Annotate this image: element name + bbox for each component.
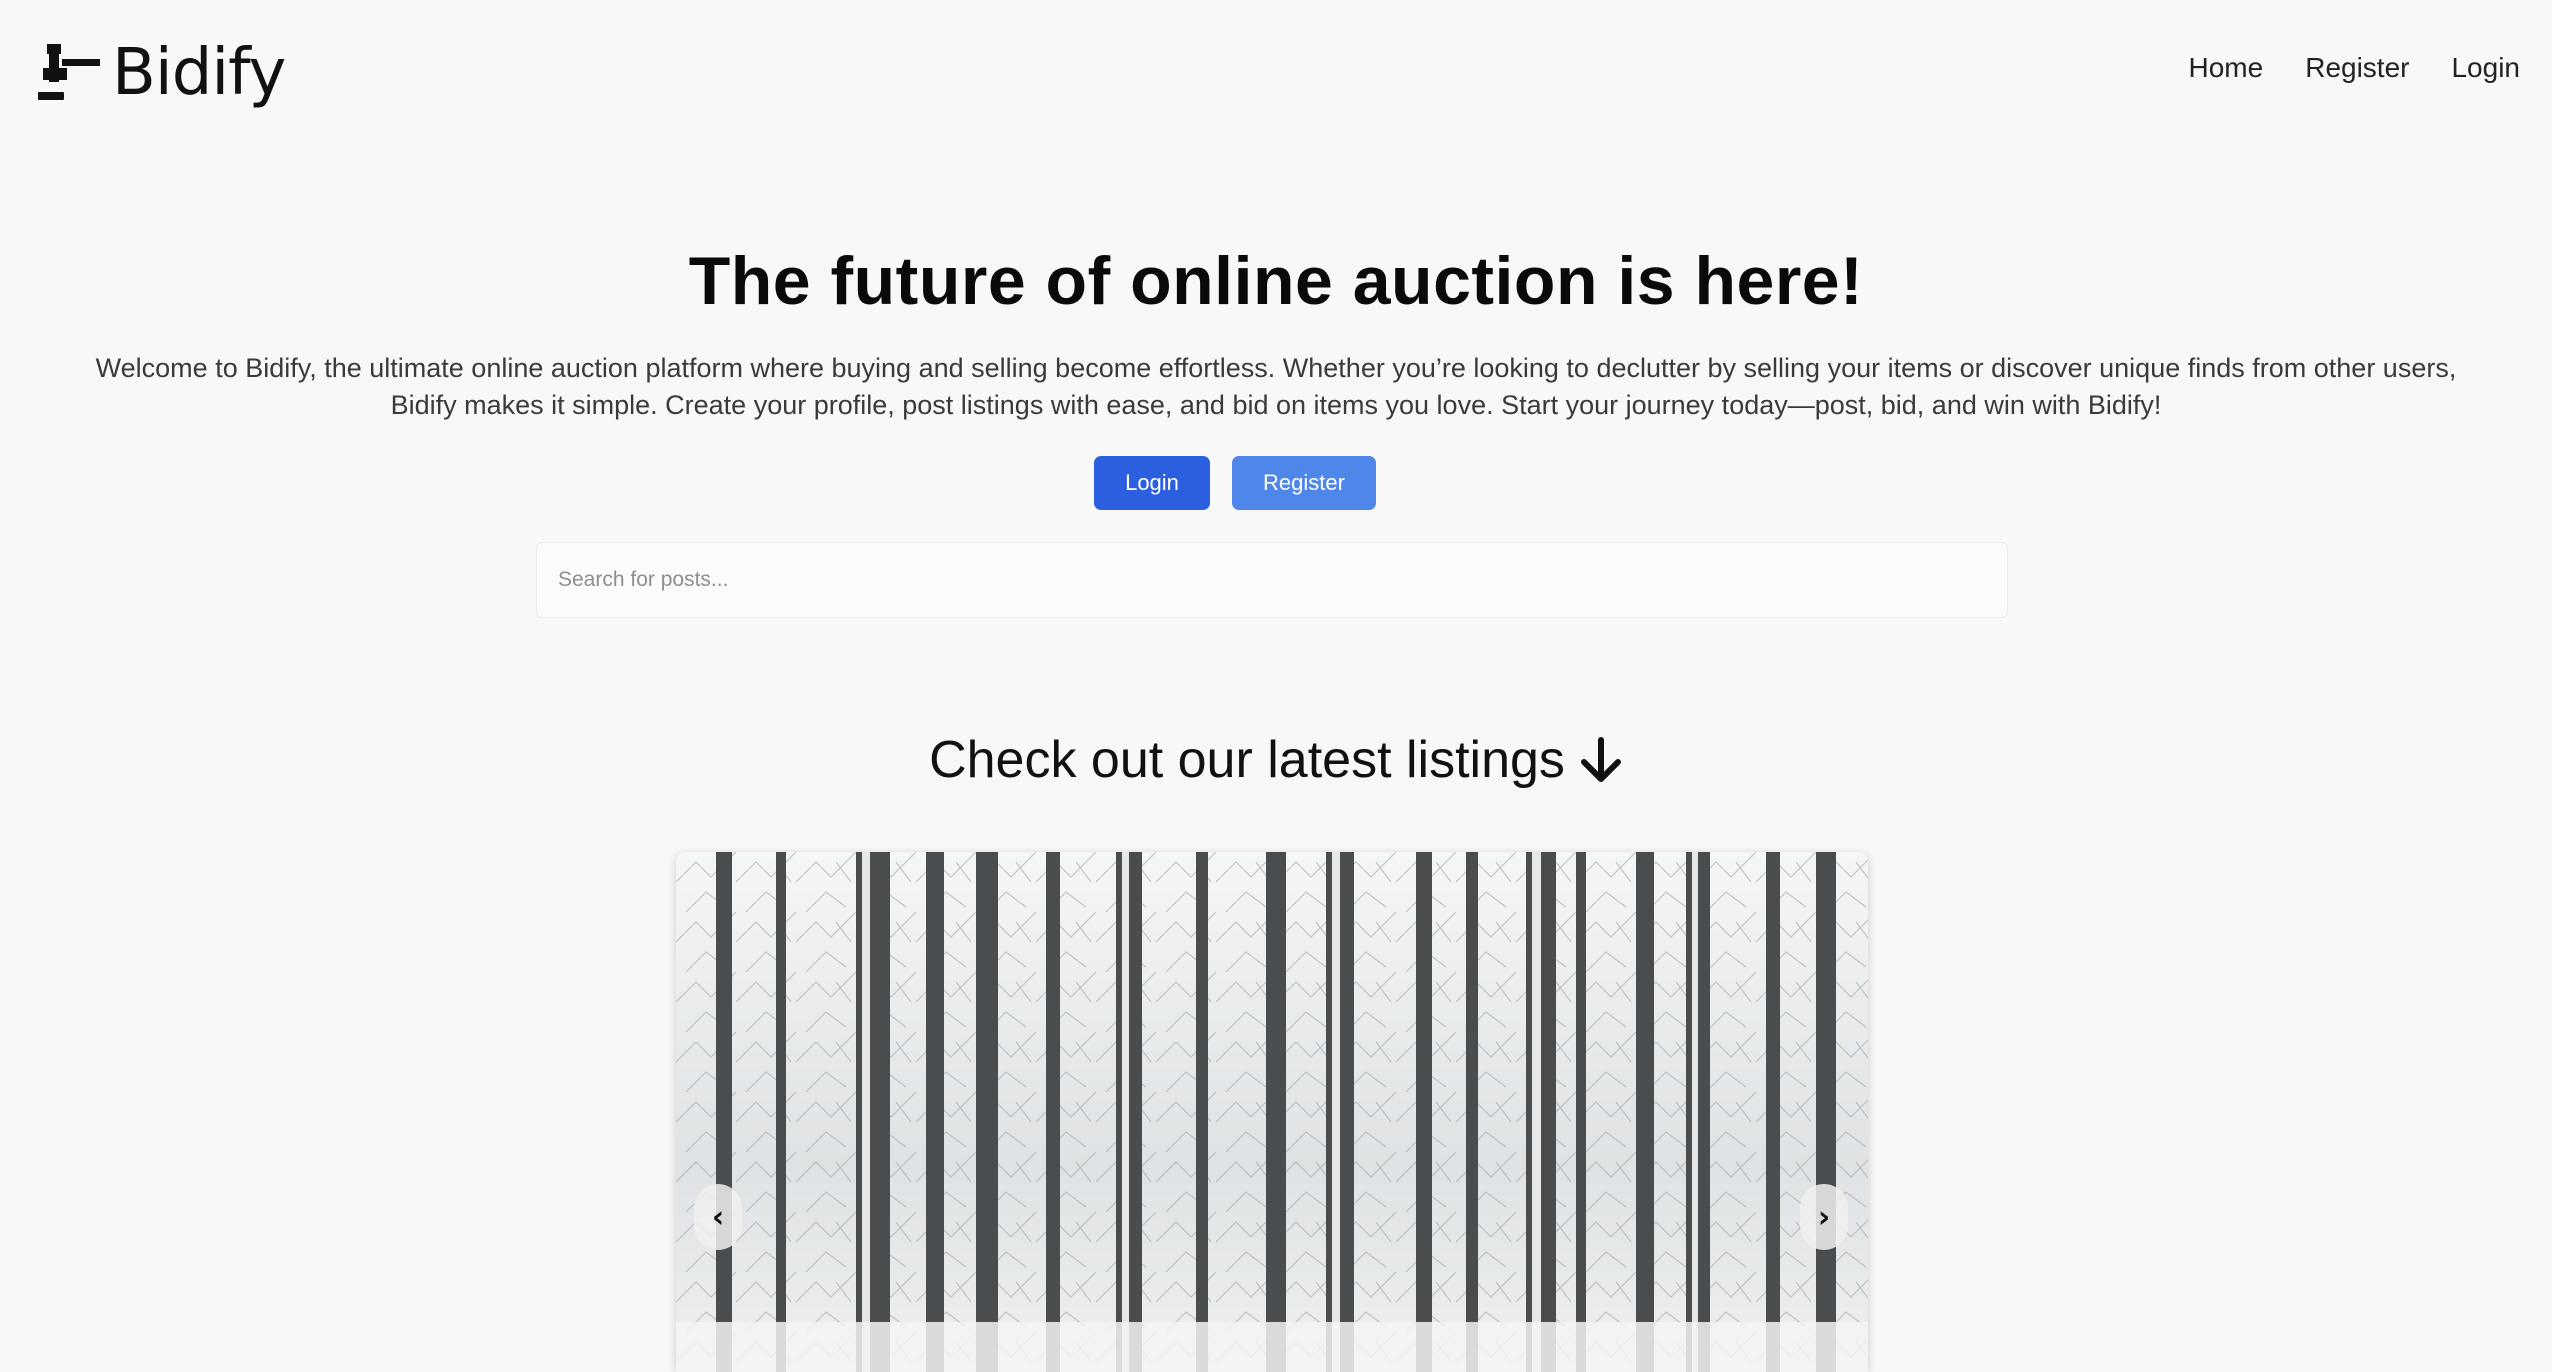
login-button[interactable]: Login — [1094, 456, 1210, 510]
nav-home-link[interactable]: Home — [2189, 52, 2264, 84]
hero-description: Welcome to Bidify, the ultimate online a… — [95, 353, 2457, 420]
carousel-prev-button[interactable]: ‹ — [694, 1184, 742, 1250]
search-input[interactable] — [536, 542, 2008, 618]
search-box — [536, 542, 2008, 618]
gavel-icon — [38, 44, 100, 100]
latest-listings-title: Check out our latest listings — [929, 731, 1565, 789]
nav-login-link[interactable]: Login — [2451, 52, 2520, 84]
brand-name: Bidify — [112, 36, 286, 110]
register-button[interactable]: Register — [1232, 456, 1376, 510]
top-nav: Home Register Login — [2189, 52, 2520, 84]
carousel-next-button[interactable]: › — [1800, 1184, 1848, 1250]
hero-title: The future of online auction is here! — [688, 243, 1864, 319]
arrow-down-icon — [1580, 737, 1621, 782]
hero-actions: Login Register — [0, 456, 2552, 510]
brand-logo[interactable]: Bidify — [38, 36, 286, 110]
listing-image[interactable] — [676, 852, 1868, 1372]
latest-listings-heading: Check out our latest listings — [0, 730, 2552, 790]
listings-carousel — [676, 852, 1868, 1372]
nav-register-link[interactable]: Register — [2305, 52, 2409, 84]
site-header: Bidify Home Register Login — [0, 0, 2552, 150]
